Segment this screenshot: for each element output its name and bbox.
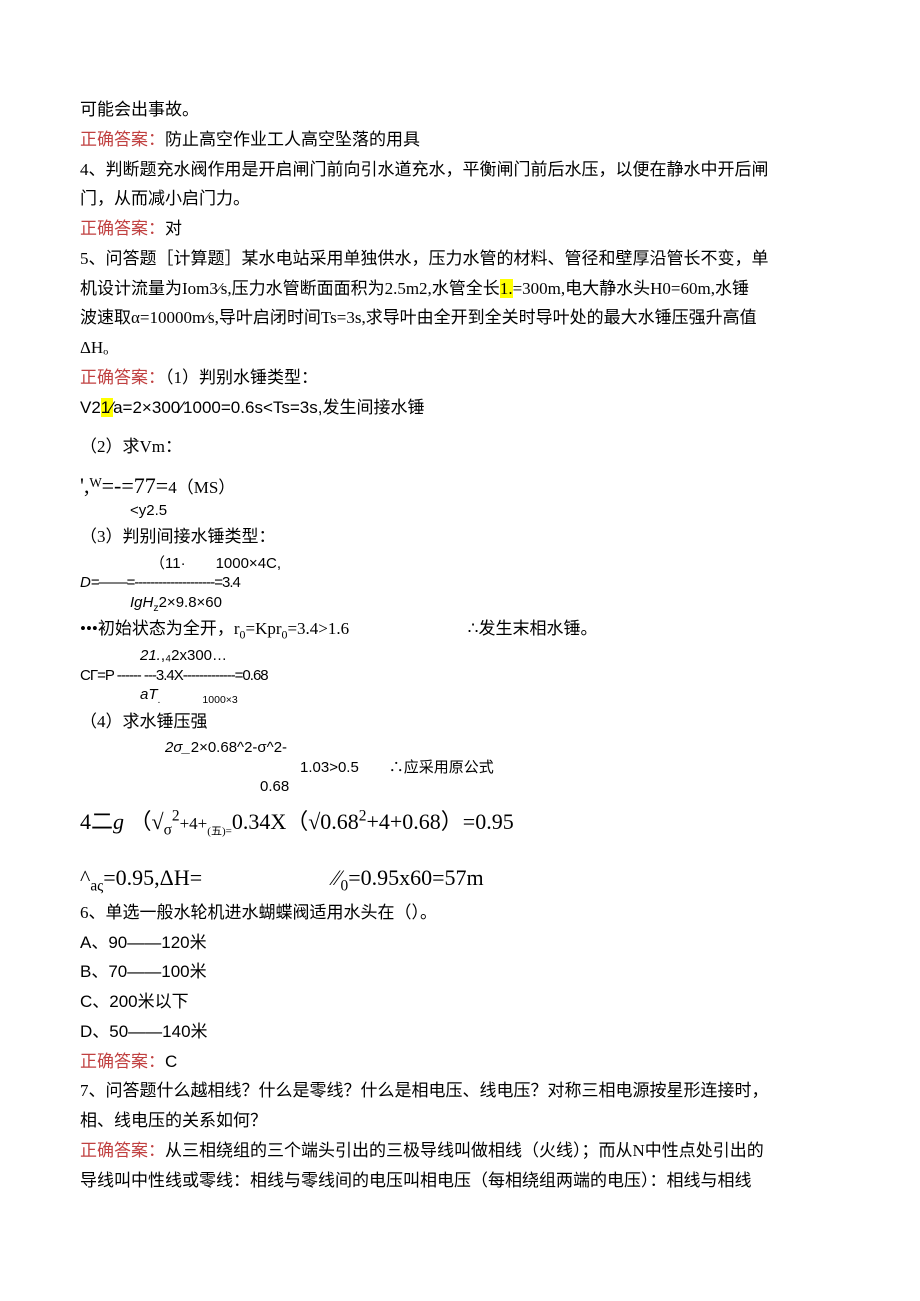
option-d: D、50——140米 (80, 1017, 840, 1047)
text: ^ (80, 865, 90, 890)
answer-line-3: 正确答案：防止高空作业工人高空坠落的用具 (80, 125, 840, 155)
answer-line-4: 正确答案：对 (80, 214, 840, 244)
formula-d: （11· 1000×4C, D=——=--------------------=… (80, 554, 840, 613)
formula-mid: D=——=--------------------=3.4 (80, 573, 840, 593)
formula-vm: ',ᵂ=-=77=4（MS） <y2.5 (80, 472, 840, 520)
text: a=2×300⁄1000=0.6s<Ts=3s,发生间接水锤 (113, 398, 424, 417)
text: （√ (130, 809, 164, 834)
text: =——=--------------------=3.4 (91, 574, 240, 591)
document-page: 可能会出事故。 正确答案：防止高空作业工人高空坠落的用具 4、判断题充水阀作用是… (0, 0, 920, 1301)
question-7-line1: 7、问答题什么越相线？什么是零线？什么是相电压、线电压？对称三相电源按星形连接时… (80, 1076, 840, 1106)
sub: . 1000×3 (158, 694, 238, 706)
question-4-line2: 门，从而减小启门力。 (80, 184, 840, 214)
line-fragment: 可能会出事故。 (80, 95, 840, 125)
formula-denom: aT. 1000×3 (80, 685, 840, 705)
text: 0.34X（√0.68 (232, 809, 359, 834)
answer-text: 防止高空作业工人高空坠落的用具 (165, 130, 420, 149)
sub: aς (90, 878, 103, 895)
formula-line: ',ᵂ=-=77=4（MS） (80, 472, 840, 501)
question-6: 6、单选一般水轮机进水蝴蝶阀适用水头在（）。 (80, 898, 840, 928)
sup: 2 (172, 808, 180, 825)
answer-5-header: 正确答案：（1）判别水锤类型： (80, 363, 840, 393)
text: +4+0.68）=0.95 (366, 809, 513, 834)
answer-label: 正确答案： (80, 368, 165, 387)
option-b: B、70——100米 (80, 957, 840, 987)
formula-denom: <y2.5 (80, 501, 840, 521)
text: =0.95x60=57m (348, 865, 483, 890)
answer-5-step4: （4）求水锤压强 (80, 707, 840, 737)
formula-num: （11· 1000×4C, (80, 554, 840, 574)
text: 2×9.8×60 (159, 594, 222, 611)
question-5-line1: 5、问答题［计算题］某水电站采用单独供水，压力水管的材料、管径和壁厚沿管长不变，… (80, 244, 840, 274)
text: =0.95,ΔH= (103, 865, 202, 890)
answer-7-line2: 导线叫中性线或零线：相线与零线间的电压叫相电压（每相绕组两端的电压）：相线与相线 (80, 1166, 840, 1196)
answer-text: （1）判别水锤类型： (165, 368, 318, 387)
answer-text: C (165, 1052, 177, 1071)
text: 1.03>0.5 ∴应采用原公式 (300, 759, 494, 776)
formula-result: 1.03>0.5 ∴应采用原公式 (80, 758, 840, 778)
formula-denom: IgHz2×9.8×60 (80, 593, 840, 613)
text: ,₄2x300… (161, 647, 227, 664)
formula-num: 2σ_2×0.68^2-σ^2- (80, 738, 840, 758)
var-at: aT (140, 686, 158, 703)
text: =3.4>1.6 (287, 619, 349, 638)
text: V2 (80, 398, 101, 417)
answer-7-line1: 正确答案：从三相绕组的三个端头引出的三极导线叫做相线（火线）；而从N中性点处引出… (80, 1136, 840, 1166)
highlight: 1⁄ (101, 398, 113, 417)
text: 4（MS） (168, 478, 235, 497)
text: =Kpr (245, 619, 281, 638)
question-5-line2: 机设计流量为Iom3⁄s,压力水管断面面积为2.5m2,水管全长1.=300m,… (80, 274, 840, 304)
answer-label: 正确答案： (80, 130, 165, 149)
option-a: A、90——120米 (80, 928, 840, 958)
option-c: C、200米以下 (80, 987, 840, 1017)
answer-5-step3: （3）判别间接水锤类型： (80, 522, 840, 552)
text: •••初始状态为全开，r (80, 619, 240, 638)
question-7-line2: 相、线电压的关系如何？ (80, 1106, 840, 1136)
answer-text: 从三相绕组的三个端头引出的三极导线叫做相线（火线）；而从N中性点处引出的 (165, 1141, 764, 1160)
answer-label: 正确答案： (80, 1141, 165, 1160)
var-d: D (80, 574, 91, 591)
answer-line-6: 正确答案：C (80, 1047, 840, 1077)
text: +4+ (180, 814, 208, 833)
var-igh: IgH (130, 594, 153, 611)
text: 2σ_ (165, 739, 191, 756)
formula-denom: 0.68 (80, 777, 840, 797)
conclusion: ∴发生末相水锤。 (468, 619, 598, 638)
answer-text: 对 (165, 219, 182, 238)
text: 机设计流量为Iom3⁄s,压力水管断面面积为2.5m2,水管全长 (80, 279, 500, 298)
text: 21. (140, 647, 161, 664)
formula-check: 2σ_2×0.68^2-σ^2- 1.03>0.5 ∴应采用原公式 0.68 (80, 738, 840, 797)
formula-num: 21.,₄2x300… (80, 646, 840, 666)
question-5-line4: ΔHₒ (80, 333, 840, 363)
question-4-line1: 4、判断题充水阀作用是开启闸门前向引水道充水，平衡闸门前后水压，以便在静水中开后… (80, 155, 840, 185)
answer-5-calc1: V21⁄a=2×300⁄1000=0.6s<Ts=3s,发生间接水锤 (80, 393, 840, 423)
text: ',ᵂ=-=77= (80, 473, 168, 498)
formula-main: 4二g （√σ2+4+(五)=0.34X（√0.682+4+0.68）=0.95 (80, 803, 840, 842)
formula-final: ^aς=0.95,ΔH= ⁄⁄0=0.95x60=57m (80, 859, 840, 898)
highlight: 1. (500, 279, 513, 298)
sub: σ (164, 821, 172, 838)
text: 4二 (80, 809, 113, 834)
formula-cg: 21.,₄2x300… CΓ=P ------ ---3.4X---------… (80, 646, 840, 705)
question-5-line3: 波速取α=10000m⁄s,导叶启闭时间Ts=3s,求导叶由全开到全关时导叶处的… (80, 303, 840, 333)
answer-5-initial-state: •••初始状态为全开，r0=Kpr0=3.4>1.6 ∴发生末相水锤。 (80, 614, 840, 644)
answer-label: 正确答案： (80, 1052, 165, 1071)
answer-5-step2: （2）求Vm： (80, 432, 840, 462)
sub: (五)= (207, 825, 232, 837)
var-g: g (113, 809, 124, 834)
formula-mid: CΓ=P ------ ---3.4X-------------=0.68 (80, 666, 840, 686)
text: 2×0.68^2-σ^2- (191, 739, 287, 756)
text: =300m,电大静水头H0=60m,水锤 (513, 279, 749, 298)
answer-label: 正确答案： (80, 219, 165, 238)
